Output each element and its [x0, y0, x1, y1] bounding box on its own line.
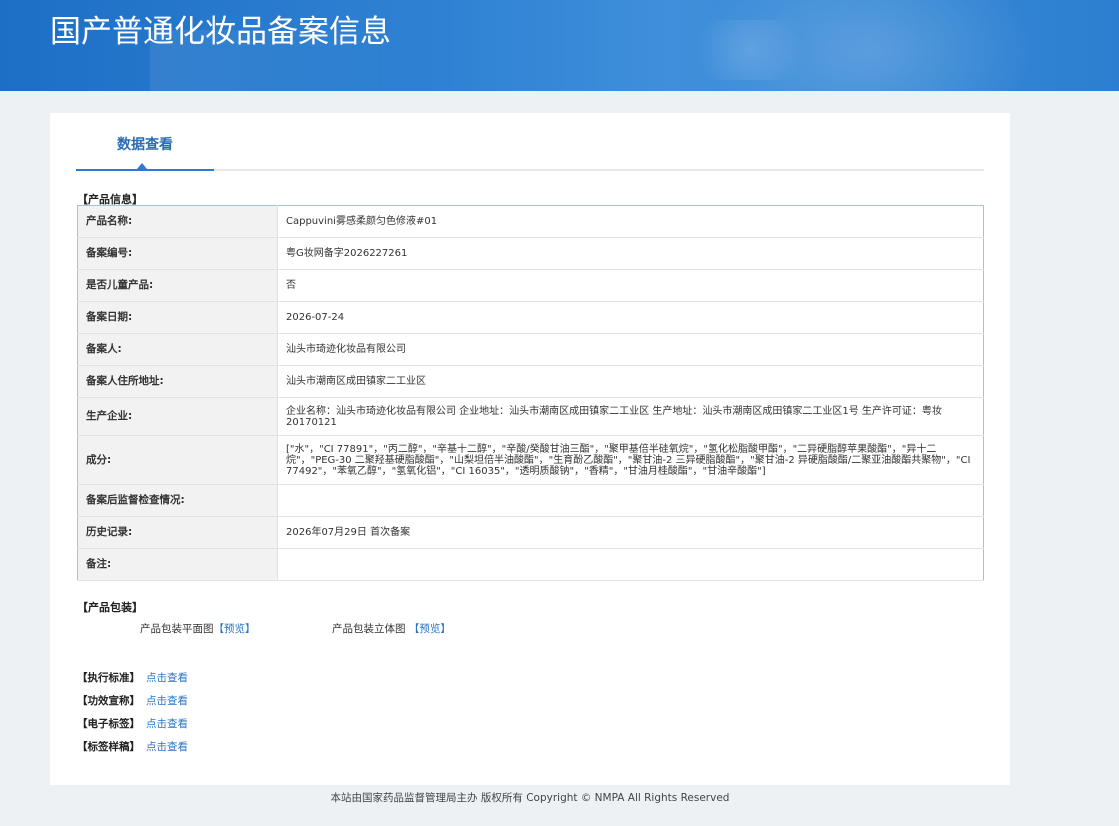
e-label-view-link[interactable]: 点击查看: [146, 718, 188, 730]
efficacy-label: 【功效宣称】: [77, 695, 140, 707]
row-value: [277, 484, 984, 517]
header-banner: 国产普通化妆品备案信息: [0, 0, 1119, 91]
row-label: 成分:: [77, 435, 278, 485]
row-value: 2026-07-24: [277, 301, 984, 334]
table-row: 备案人: 汕头市琦迹化妆品有限公司: [77, 333, 984, 366]
tab-bar: 数据查看: [76, 131, 984, 171]
row-label: 备案编号:: [77, 237, 278, 270]
table-row: 产品名称: Cappuvini雾感柔颜匀色修液#01: [77, 205, 984, 238]
banner-decoration: [679, 20, 819, 80]
e-label-row: 【电子标签】 点击查看: [77, 716, 188, 731]
product-info-table: 产品名称: Cappuvini雾感柔颜匀色修液#01 备案编号: 粤G妆网备字2…: [77, 205, 984, 581]
e-label-label: 【电子标签】: [77, 718, 140, 730]
table-row: 历史记录: 2026年07月29日 首次备案: [77, 516, 984, 549]
table-row: 是否儿童产品: 否: [77, 269, 984, 302]
tab-data-view[interactable]: 数据查看: [76, 131, 214, 169]
table-row: 备案编号: 粤G妆网备字2026227261: [77, 237, 984, 270]
packaging-flat-item: 产品包装平面图【预览】: [140, 621, 256, 636]
row-value: 汕头市潮南区成田镇家二工业区: [277, 365, 984, 398]
packaging-stereo-item: 产品包装立体图 【预览】: [332, 621, 451, 636]
row-value: 企业名称：汕头市琦迹化妆品有限公司 企业地址：汕头市潮南区成田镇家二工业区 生产…: [277, 397, 984, 436]
row-label: 备案后监督检查情况:: [77, 484, 278, 517]
tab-label: 数据查看: [117, 137, 173, 153]
row-label: 备案人:: [77, 333, 278, 366]
row-label: 备案日期:: [77, 301, 278, 334]
packaging-stereo-preview-link[interactable]: 【预览】: [409, 623, 451, 635]
tab-active-underline: [76, 169, 214, 171]
packaging-stereo-label: 产品包装立体图: [332, 623, 406, 635]
standard-label: 【执行标准】: [77, 672, 140, 684]
packaging-section-label: 【产品包装】: [77, 601, 143, 614]
packaging-flat-preview-link[interactable]: 【预览】: [214, 623, 256, 635]
table-row: 备案人住所地址: 汕头市潮南区成田镇家二工业区: [77, 365, 984, 398]
row-value: Cappuvini雾感柔颜匀色修液#01: [277, 205, 984, 238]
table-row: 备案日期: 2026-07-24: [77, 301, 984, 334]
row-label: 历史记录:: [77, 516, 278, 549]
row-label: 生产企业:: [77, 397, 278, 436]
label-draft-row: 【标签样稿】 点击查看: [77, 739, 188, 754]
table-row: 生产企业: 企业名称：汕头市琦迹化妆品有限公司 企业地址：汕头市潮南区成田镇家二…: [77, 397, 984, 436]
row-value: 2026年07月29日 首次备案: [277, 516, 984, 549]
table-row: 备案后监督检查情况:: [77, 484, 984, 517]
row-value: 粤G妆网备字2026227261: [277, 237, 984, 270]
row-value: [277, 548, 984, 581]
label-draft-label: 【标签样稿】: [77, 741, 140, 753]
standard-row: 【执行标准】 点击查看: [77, 670, 188, 685]
row-value: 否: [277, 269, 984, 302]
row-label: 备案人住所地址:: [77, 365, 278, 398]
efficacy-view-link[interactable]: 点击查看: [146, 695, 188, 707]
label-draft-view-link[interactable]: 点击查看: [146, 741, 188, 753]
main-panel: 数据查看 【产品信息】 产品名称: Cappuvini雾感柔颜匀色修液#01 备…: [50, 113, 1010, 785]
efficacy-row: 【功效宣称】 点击查看: [77, 693, 188, 708]
row-label: 是否儿童产品:: [77, 269, 278, 302]
row-value: ["水"，"CI 77891"，"丙二醇"，"辛基十二醇"，"辛酸/癸酸甘油三酯…: [277, 435, 984, 485]
packaging-flat-label: 产品包装平面图: [140, 623, 214, 635]
row-value: 汕头市琦迹化妆品有限公司: [277, 333, 984, 366]
row-label: 备注:: [77, 548, 278, 581]
page-title: 国产普通化妆品备案信息: [50, 14, 391, 50]
row-label: 产品名称:: [77, 205, 278, 238]
table-row: 备注:: [77, 548, 984, 581]
standard-view-link[interactable]: 点击查看: [146, 672, 188, 684]
table-row: 成分: ["水"，"CI 77891"，"丙二醇"，"辛基十二醇"，"辛酸/癸酸…: [77, 435, 984, 485]
footer-copyright: 本站由国家药品监督管理局主办 版权所有 Copyright © NMPA All…: [330, 792, 730, 804]
